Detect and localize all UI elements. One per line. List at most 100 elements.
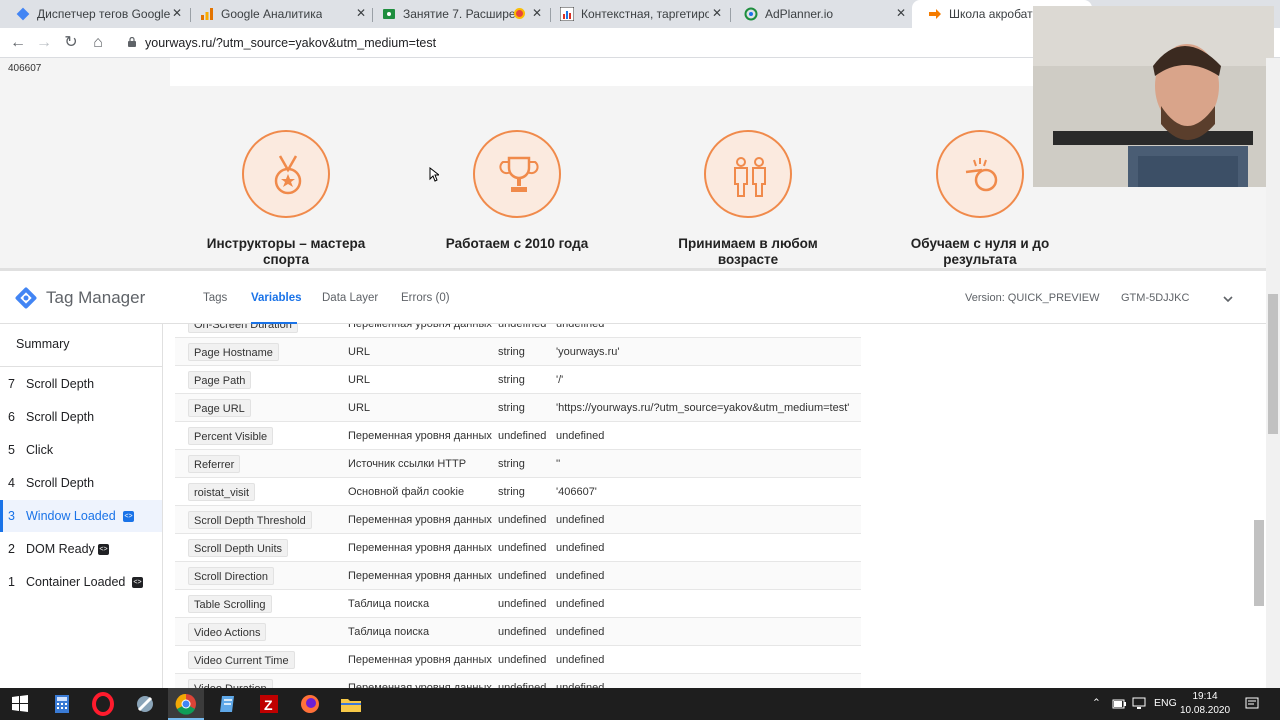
page-scrollbar[interactable] [1266,58,1280,688]
chrome-icon[interactable] [174,692,198,716]
page-header-strip [170,58,1070,86]
variable-type: Таблица поиска [348,626,430,638]
browser-tab[interactable]: AdPlanner.io ✕ [728,0,914,28]
variable-name: Video Current Time [188,651,295,669]
chevron-up-icon[interactable]: ⌃ [1092,697,1101,709]
network-icon[interactable] [1132,697,1146,710]
home-icon[interactable]: ⌂ [88,33,108,53]
back-icon[interactable]: ← [8,33,28,53]
variable-name: Referrer [188,455,241,473]
variable-value: 'https://yourways.ru/?utm_source=yakov&u… [556,402,850,414]
close-icon[interactable]: ✕ [356,6,366,20]
table-row: Page URL URL string 'https://yourways.ru/?u… [175,394,861,422]
filezilla-icon[interactable]: Z [257,692,281,716]
table-row: Scroll Direction Переменная уровня данных… [175,562,861,590]
family-icon [704,130,792,218]
clock-date: 10.08.2020 [1180,705,1231,716]
event-item[interactable]: 7 Scroll Depth [0,368,162,400]
variable-type: Таблица поиска [348,598,430,610]
return-type: undefined [498,430,547,442]
tag-manager-logo-icon [15,287,37,309]
variables-table: On-Screen Duration Переменная уровня данн… [175,324,861,688]
browser-tab[interactable]: Занятие 7. Расширенн ✕ [366,0,550,28]
browser-tab[interactable]: Контекстная, таргетирован ✕ [544,0,730,28]
variable-type: URL [348,402,371,414]
tab-variables[interactable]: Variables [251,292,302,304]
table-row: Video Actions Таблица поиска undefined unde… [175,618,861,646]
close-icon[interactable]: ✕ [172,6,182,20]
event-item[interactable]: 1 Container Loaded <> [0,566,162,598]
table-row: On-Screen Duration Переменная уровня данн… [175,324,861,338]
event-item[interactable]: 5 Click [0,434,162,466]
return-type: undefined [498,514,547,526]
return-type: undefined [498,654,547,666]
version-label: Version: QUICK_PREVIEW [965,292,1100,304]
table-row: Page Path URL string '/' [175,366,861,394]
close-icon[interactable]: ✕ [712,6,722,20]
address-bar[interactable]: yourways.ru/?utm_source=yakov&utm_medium… [145,36,436,50]
panel-scrollbar-thumb[interactable] [1254,520,1264,606]
variable-value: '' [556,458,561,470]
svg-text:Z: Z [264,697,273,713]
feature-title: Принимаем в любом возрасте [678,236,818,267]
gtm-brand-title: Tag Manager [46,288,146,307]
tab-errors[interactable]: Errors (0) [401,292,450,304]
variable-value: undefined [556,514,605,526]
reload-icon[interactable]: ↻ [61,33,81,53]
browser-tab[interactable]: Google Аналитика ✕ [184,0,374,28]
event-item[interactable]: 4 Scroll Depth [0,467,162,499]
battery-icon[interactable] [1112,698,1126,710]
windows-start-icon[interactable] [8,692,32,716]
variable-value: '/' [556,374,564,386]
browser-tab-title: Контекстная, таргетирован [581,7,709,21]
summary-item[interactable]: Summary [16,337,69,351]
settings-app-icon[interactable] [133,692,157,716]
cursor-icon [429,167,439,182]
variable-type: Источник ссылки HTTP [348,458,467,470]
notifications-icon[interactable] [1245,697,1259,711]
chevron-down-icon[interactable] [1222,293,1234,305]
event-number: 4 [8,476,15,490]
trophy-icon [473,130,561,218]
variable-value: undefined [556,542,605,554]
arrow-icon [928,7,942,21]
close-icon[interactable]: ✕ [532,6,542,20]
browser-tab[interactable]: Диспетчер тегов Google ✕ [0,0,190,28]
file-explorer-icon[interactable] [339,692,363,716]
table-row: Page Hostname URL string 'yourways.ru' [175,338,861,366]
firefox-icon[interactable] [298,692,322,716]
variable-type: Переменная уровня данных [348,570,492,582]
taskbar-clock[interactable]: 19:14 10.08.2020 [1180,690,1230,718]
close-icon[interactable]: ✕ [896,6,906,20]
event-number: 6 [8,410,15,424]
event-number: 2 [8,542,15,556]
variable-name: roistat_visit [188,483,256,501]
browser-tab-title: Диспетчер тегов Google [37,7,171,21]
tab-data-layer[interactable]: Data Layer [322,292,378,304]
variable-value: undefined [556,430,605,442]
language-indicator[interactable]: ENG [1154,697,1177,709]
event-number: 5 [8,443,15,457]
scrollbar-thumb[interactable] [1268,294,1278,434]
variable-type: Переменная уровня данных [348,542,492,554]
table-row: Video DurationПеременная уровня данныхun… [175,674,861,688]
opera-icon[interactable] [91,692,115,716]
event-item[interactable]: 2 DOM Ready <> [0,533,162,565]
event-item-selected[interactable]: 3 Window Loaded <> [0,500,162,532]
variables-panel: On-Screen Duration Переменная уровня данн… [163,324,1266,688]
event-item[interactable]: 6 Scroll Depth [0,401,162,433]
variable-value: 'yourways.ru' [556,346,620,358]
code-badge-icon: <> [98,544,109,555]
variable-value: undefined [556,324,605,330]
variable-name: Scroll Direction [188,567,274,585]
tab-tags[interactable]: Tags [203,292,227,304]
variable-type: URL [348,346,371,358]
calculator-icon[interactable] [50,692,74,716]
event-name: Container Loaded [26,575,126,589]
feature-card: Принимаем в любом возрасте [648,130,848,268]
forward-icon[interactable]: → [34,33,54,53]
event-name: Click [26,443,54,457]
notes-app-icon[interactable] [216,692,240,716]
variable-type: Переменная уровня данных [348,430,492,442]
variable-type: Переменная уровня данных [348,324,492,330]
